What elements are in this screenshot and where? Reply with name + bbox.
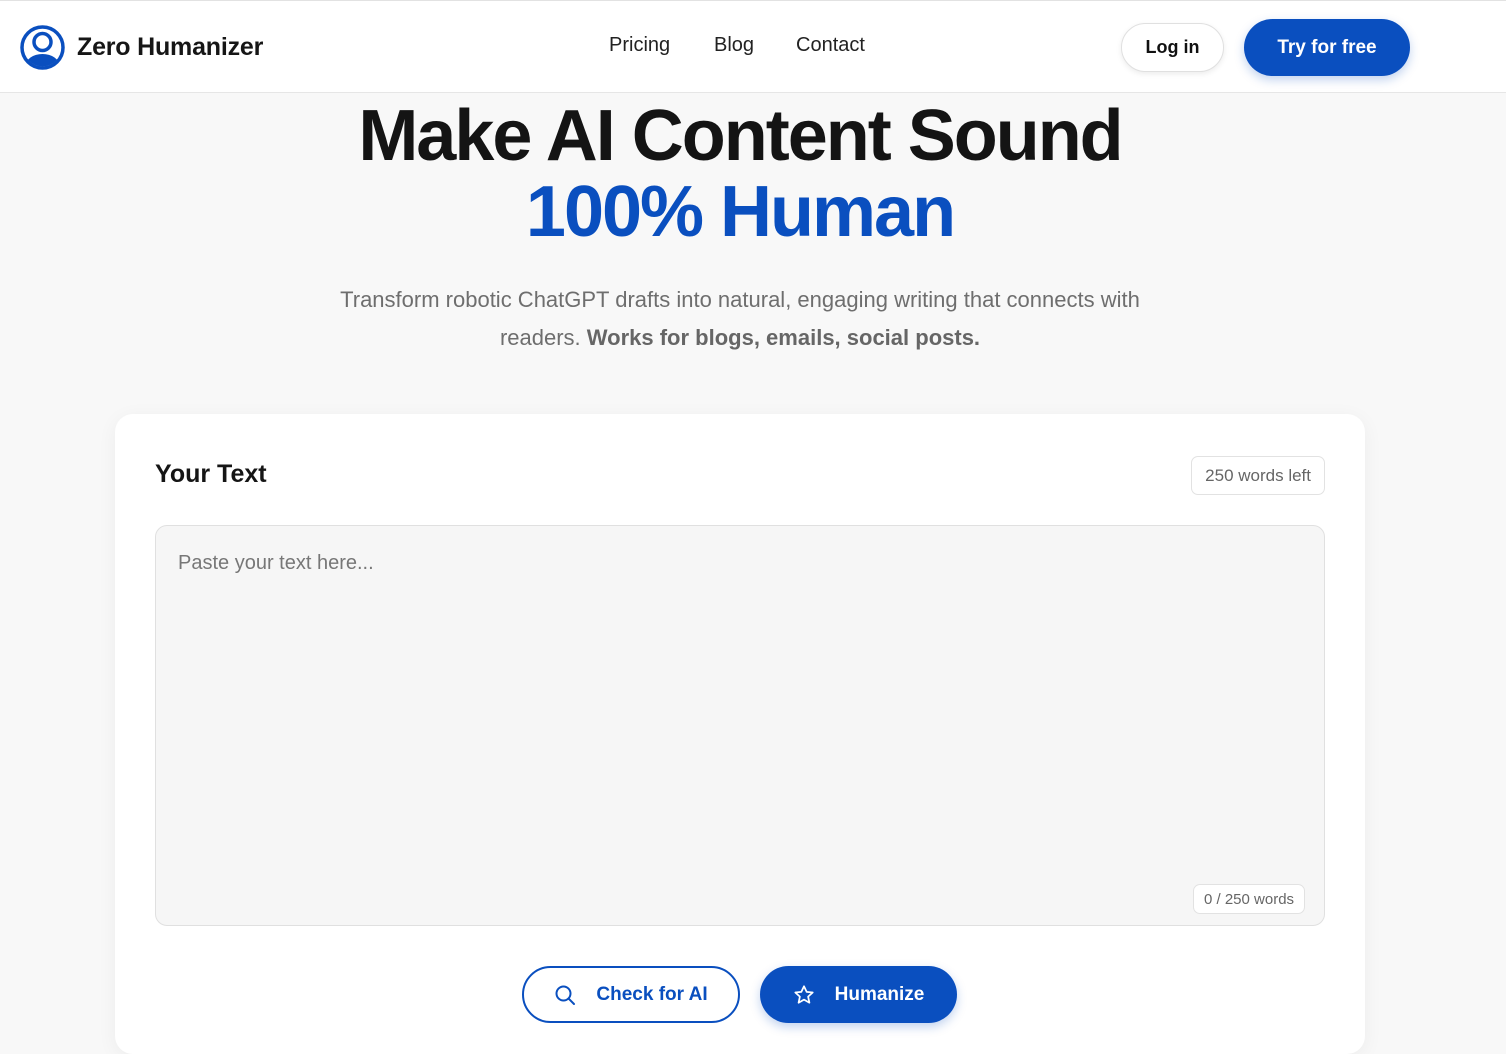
words-left-badge: 250 words left bbox=[1191, 456, 1325, 495]
hero-title: Make AI Content Sound bbox=[358, 96, 1123, 176]
login-button[interactable]: Log in bbox=[1121, 23, 1224, 72]
star-icon bbox=[793, 984, 815, 1006]
hero-title-highlight: 100% Human bbox=[525, 172, 956, 252]
nav-link-blog[interactable]: Blog bbox=[714, 34, 754, 57]
hero-subtitle-bold: Works for blogs, emails, social posts. bbox=[586, 325, 981, 350]
try-for-free-button[interactable]: Try for free bbox=[1244, 19, 1410, 76]
hero-subtitle: Transform robotic ChatGPT drafts into na… bbox=[340, 281, 1140, 357]
humanize-button[interactable]: Humanize bbox=[760, 966, 957, 1023]
humanize-label: Humanize bbox=[834, 983, 925, 1005]
search-icon bbox=[554, 984, 576, 1006]
check-for-ai-button[interactable]: Check for AI bbox=[522, 966, 740, 1023]
text-input[interactable] bbox=[155, 525, 1325, 926]
word-count-badge: 0 / 250 words bbox=[1193, 884, 1306, 914]
check-for-ai-label: Check for AI bbox=[596, 983, 708, 1005]
site-header: Zero Humanizer Pricing Blog Contact Log … bbox=[0, 1, 1506, 93]
editor-card: Your Text 250 words left 0 / 250 words C… bbox=[115, 414, 1365, 1054]
nav-link-contact[interactable]: Contact bbox=[796, 34, 865, 57]
editor-title: Your Text bbox=[155, 460, 267, 488]
nav-link-pricing[interactable]: Pricing bbox=[609, 34, 670, 57]
